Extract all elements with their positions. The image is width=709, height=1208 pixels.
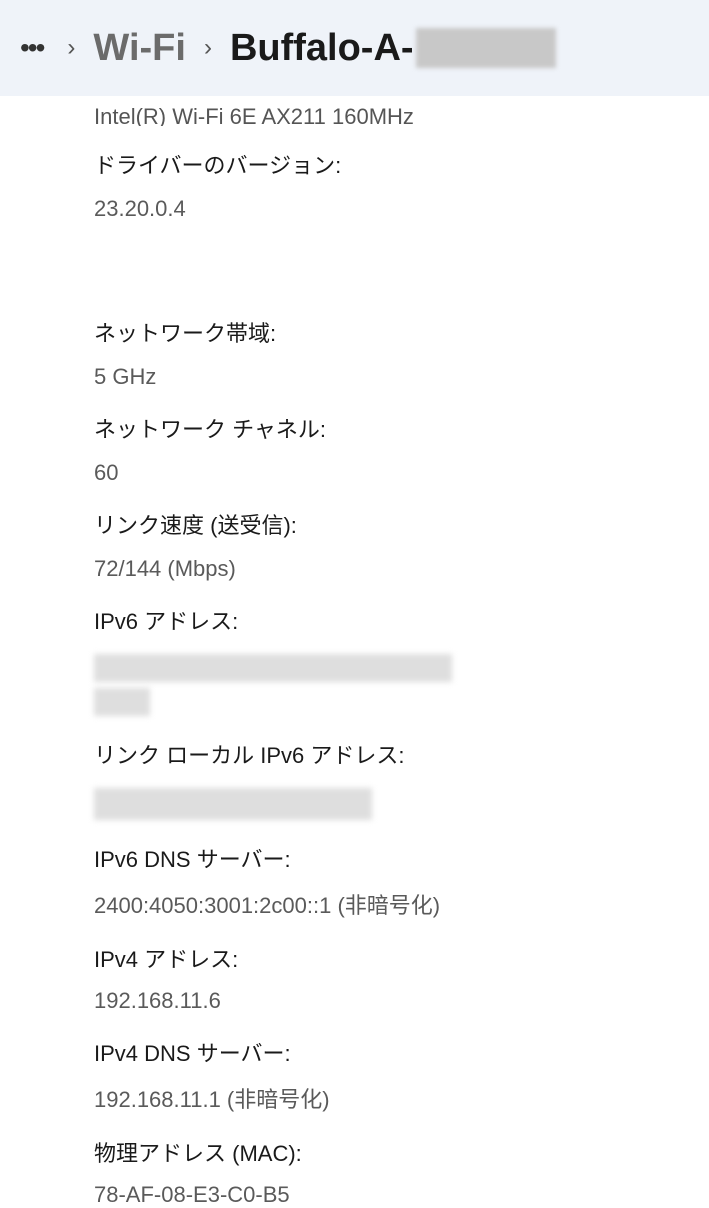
network-properties: Intel(R) Wi-Fi 6E AX211 160MHz ドライバーのバージ… — [0, 96, 709, 1208]
link-speed-value: 72/144 (Mbps) — [94, 556, 709, 582]
redacted-ipv6-address — [94, 654, 452, 682]
ipv6-address-label: IPv6 アドレス: — [94, 604, 709, 636]
mac-address-value: 78-AF-08-E3-C0-B5 — [94, 1182, 709, 1208]
chevron-right-icon: › — [67, 34, 75, 62]
breadcrumb-wifi[interactable]: Wi-Fi — [93, 27, 186, 70]
redacted-ipv6-address-2 — [94, 688, 150, 716]
breadcrumb-network[interactable]: Buffalo-A- — [230, 27, 556, 70]
ipv4-dns-value: 192.168.11.1 (非暗号化) — [94, 1082, 709, 1114]
ipv4-address-label: IPv4 アドレス: — [94, 942, 709, 974]
adapter-row-cutoff: Intel(R) Wi-Fi 6E AX211 160MHz — [94, 96, 709, 126]
adapter-value: Intel(R) Wi-Fi 6E AX211 160MHz — [94, 104, 414, 126]
network-band-label: ネットワーク帯域: — [94, 316, 709, 348]
breadcrumb-bar: ••• › Wi-Fi › Buffalo-A- — [0, 0, 709, 96]
redacted-ssid — [416, 28, 556, 68]
redacted-ipv6-link-local — [94, 788, 372, 820]
ipv6-link-local-label: リンク ローカル IPv6 アドレス: — [94, 738, 709, 770]
network-channel-label: ネットワーク チャネル: — [94, 412, 709, 444]
driver-version-label: ドライバーのバージョン: — [94, 148, 709, 180]
network-band-value: 5 GHz — [94, 364, 709, 390]
network-channel-value: 60 — [94, 460, 709, 486]
ipv4-dns-label: IPv4 DNS サーバー: — [94, 1036, 709, 1068]
ipv6-dns-value: 2400:4050:3001:2c00::1 (非暗号化) — [94, 888, 709, 920]
more-icon[interactable]: ••• — [14, 32, 49, 64]
link-speed-label: リンク速度 (送受信): — [94, 508, 709, 540]
driver-version-value: 23.20.0.4 — [94, 196, 709, 222]
ipv4-address-value: 192.168.11.6 — [94, 988, 709, 1014]
mac-address-label: 物理アドレス (MAC): — [94, 1136, 709, 1168]
chevron-right-icon: › — [204, 34, 212, 62]
breadcrumb-network-label: Buffalo-A- — [230, 27, 414, 70]
ipv6-dns-label: IPv6 DNS サーバー: — [94, 842, 709, 874]
